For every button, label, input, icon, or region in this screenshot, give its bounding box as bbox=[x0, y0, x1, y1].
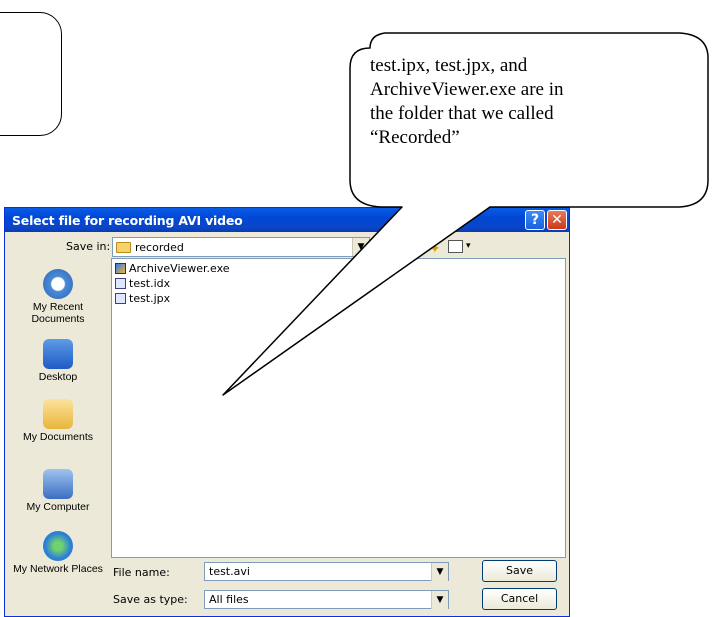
save-in-value: recorded bbox=[135, 241, 184, 254]
place-label: My Recent Documents bbox=[31, 301, 85, 325]
place-label: My Computer bbox=[26, 501, 90, 513]
network-places-icon bbox=[43, 531, 73, 561]
file-name: test.jpx bbox=[129, 292, 171, 305]
file-name-value: test.avi bbox=[209, 565, 250, 578]
callout-line: ArchiveViewer.exe are in bbox=[370, 79, 564, 100]
folder-icon bbox=[116, 242, 131, 253]
chevron-down-icon[interactable]: ▼ bbox=[431, 591, 448, 609]
place-desktop[interactable]: Desktop bbox=[6, 339, 110, 383]
save-file-dialog: Select file for recording AVI video ? ✕ … bbox=[4, 207, 570, 617]
partial-callout-bubble bbox=[0, 12, 62, 136]
callout-line: the folder that we called bbox=[370, 103, 554, 124]
file-icon bbox=[115, 293, 126, 304]
list-item[interactable]: test.idx bbox=[115, 277, 170, 290]
close-button[interactable]: ✕ bbox=[547, 210, 567, 230]
chevron-down-icon[interactable]: ▼ bbox=[352, 238, 369, 256]
exe-file-icon bbox=[115, 263, 126, 274]
views-dropdown-icon[interactable]: ▾ bbox=[466, 240, 471, 251]
file-name-field[interactable]: test.avi ▼ bbox=[204, 562, 449, 581]
callout-line: “Recorded” bbox=[370, 127, 460, 148]
help-button[interactable]: ? bbox=[525, 210, 545, 230]
save-as-type-value: All files bbox=[209, 593, 249, 606]
new-folder-icon[interactable]: ✦ bbox=[429, 240, 441, 257]
desktop-icon bbox=[43, 339, 73, 369]
save-button[interactable]: Save bbox=[482, 560, 557, 582]
place-network[interactable]: My Network Places bbox=[6, 531, 110, 575]
my-documents-icon bbox=[43, 399, 73, 429]
list-item[interactable]: test.jpx bbox=[115, 292, 170, 305]
places-bar: My Recent Documents Desktop My Documents… bbox=[6, 259, 110, 575]
save-as-type-dropdown[interactable]: All files ▼ bbox=[204, 590, 449, 609]
dialog-title: Select file for recording AVI video bbox=[12, 213, 243, 228]
place-my-computer[interactable]: My Computer bbox=[6, 469, 110, 513]
views-menu-icon[interactable] bbox=[448, 240, 463, 253]
cancel-button[interactable]: Cancel bbox=[482, 588, 557, 610]
place-label: My Documents bbox=[22, 431, 94, 443]
place-label: My Network Places bbox=[13, 563, 103, 575]
dialog-titlebar[interactable]: Select file for recording AVI video ? ✕ bbox=[5, 208, 569, 232]
place-my-documents[interactable]: My Documents bbox=[6, 399, 110, 443]
my-computer-icon bbox=[43, 469, 73, 499]
file-icon bbox=[115, 278, 126, 289]
chevron-down-icon[interactable]: ▼ bbox=[431, 563, 448, 581]
save-in-dropdown[interactable]: recorded ▼ bbox=[112, 237, 370, 257]
callout-line: test.ipx, test.jpx, and bbox=[370, 55, 528, 76]
file-name: ArchiveViewer.exe bbox=[129, 262, 230, 275]
file-list[interactable]: ArchiveViewer.exe test.idx test.jpx bbox=[111, 258, 566, 558]
list-item[interactable]: ArchiveViewer.exe bbox=[115, 262, 230, 275]
file-name: test.idx bbox=[129, 277, 171, 290]
place-recent-documents[interactable]: My Recent Documents bbox=[6, 269, 110, 325]
place-label: Desktop bbox=[38, 371, 78, 383]
save-as-type-label: Save as type: bbox=[113, 593, 188, 606]
recent-documents-icon bbox=[43, 269, 73, 299]
callout-text: test.ipx, test.jpx, and ArchiveViewer.ex… bbox=[370, 54, 670, 150]
save-in-label: Save in: bbox=[66, 240, 111, 253]
file-name-label: File name: bbox=[113, 566, 170, 579]
